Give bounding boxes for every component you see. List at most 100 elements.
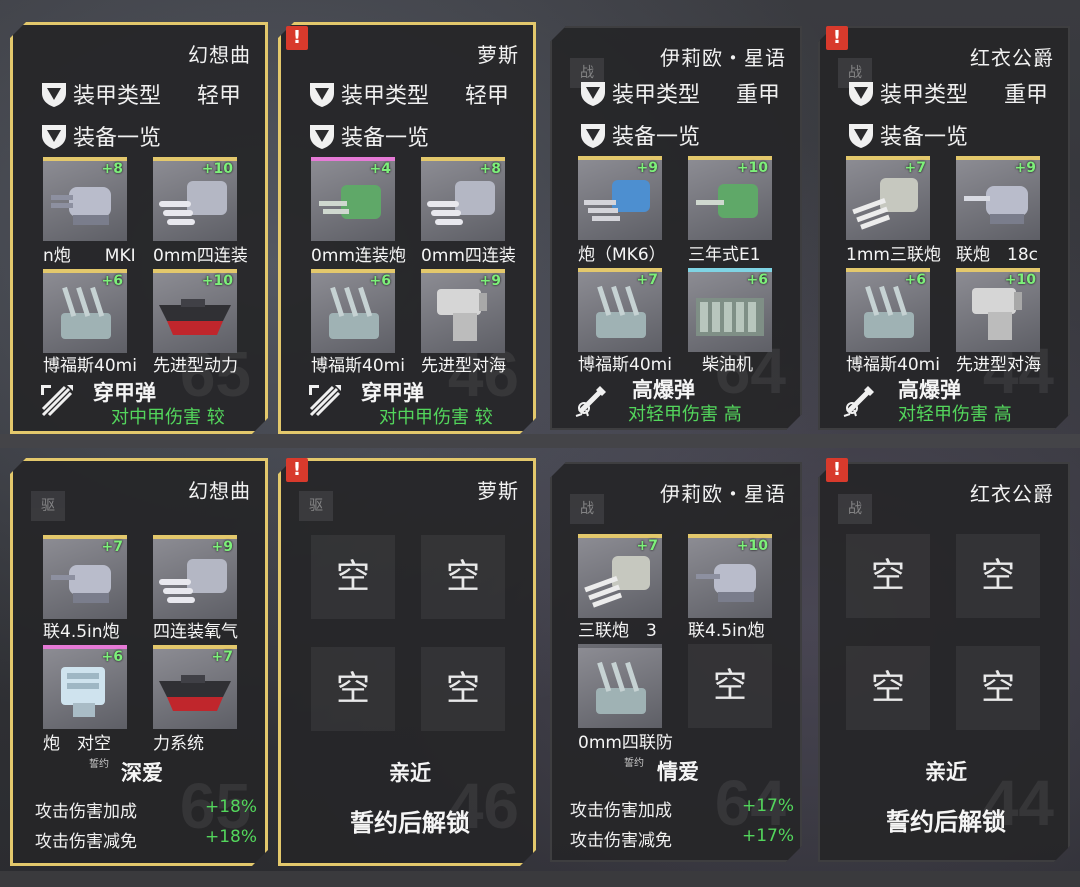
unlock-hint: 誓约后解锁 [886, 808, 1006, 836]
equipment-slot[interactable]: +7 [846, 156, 930, 240]
equip-row[interactable]: 装备一览 [307, 121, 429, 151]
slot-label: 三年式E1 [688, 245, 761, 265]
equip-label: 装备一览 [612, 125, 701, 150]
empty-slot[interactable]: 空 [846, 646, 930, 730]
equipment-slot[interactable]: +9 [956, 156, 1040, 240]
equipment-slot[interactable]: +9 [153, 535, 237, 619]
empty-slot[interactable]: 空 [956, 534, 1040, 618]
ship-name: 伊莉欧・星语 [660, 46, 786, 70]
aa-gun-icon [850, 282, 926, 348]
ship-name: 萝斯 [477, 479, 519, 503]
slot-label: 博福斯40mi [311, 356, 405, 376]
equipment-slot[interactable]: +10 [153, 269, 237, 353]
slot-label: 博福斯40mi [578, 355, 672, 375]
green-turret-icon [315, 171, 391, 237]
armor-row: 装甲类型 重甲 [578, 78, 780, 108]
ship-name: 红衣公爵 [970, 482, 1054, 506]
slot-label: n炮 MKI [43, 246, 136, 266]
triple-turret-icon [850, 170, 926, 236]
equipment-slot[interactable]: +8 [43, 157, 127, 241]
affection-level: 亲近 [925, 760, 967, 784]
unlock-hint: 誓约后解锁 [350, 809, 470, 837]
slot-label: 柴油机 [702, 355, 753, 375]
equipment-slot[interactable]: +6 [688, 268, 772, 352]
stat-attack-label: 攻击伤害加成 [570, 801, 672, 821]
stat-attack-value: +17% [742, 796, 795, 816]
empty-slot[interactable]: 空 [956, 646, 1040, 730]
empty-slot[interactable]: 空 [688, 644, 772, 728]
empty-slot[interactable]: 空 [311, 535, 395, 619]
alert-badge: ! [826, 458, 848, 482]
equipment-slot[interactable]: +9 [421, 269, 505, 353]
ship-card-rose-equipment[interactable]: 46 萝斯 装甲类型 轻甲 装备一览 +4 +8 0mm连装炮 0mm四连装 +… [278, 22, 536, 434]
stat-defense-value: +18% [205, 827, 258, 847]
armor-value: 重甲 [1004, 83, 1049, 108]
equip-row[interactable]: 装备一览 [846, 120, 968, 150]
ship-card-duke-affection[interactable]: 战 44 红衣公爵 空 空 空 空 亲近 誓约后解锁 [818, 462, 1070, 862]
aa-gun-icon [582, 658, 658, 724]
single-turret-icon [960, 170, 1036, 236]
equipment-slot[interactable]: +7 [578, 534, 662, 618]
equipment-slot[interactable]: +6 [43, 645, 127, 729]
he-shell-icon [842, 382, 878, 418]
armor-label: 装甲类型 [880, 83, 969, 108]
equipment-slot[interactable]: +10 [956, 268, 1040, 352]
ship-name: 幻想曲 [188, 43, 251, 67]
triple-turret-icon [582, 548, 658, 614]
equipment-slot[interactable]: +10 [153, 157, 237, 241]
shield-icon [578, 120, 608, 150]
empty-slot[interactable]: 空 [421, 647, 505, 731]
ship-card-ilio-equipment[interactable]: 战 64 伊莉欧・星语 装甲类型 重甲 装备一览 +9 +10 炮（MK6） 三… [550, 26, 802, 430]
equipment-slot[interactable]: +10 [688, 156, 772, 240]
ship-card-ilio-affection[interactable]: 战 64 伊莉欧・星语 +7 +10 三联炮 3 联4.5in炮 空 0mm四联… [550, 462, 802, 862]
equipment-slot[interactable] [578, 644, 662, 728]
shield-icon [846, 120, 876, 150]
equipment-slot[interactable]: +6 [43, 269, 127, 353]
equipment-slot[interactable]: +7 [578, 268, 662, 352]
ammo-effect: 对中甲伤害 较 [111, 407, 225, 428]
radar-icon [960, 282, 1036, 348]
ship-card-fantasia-affection[interactable]: 驱 65 幻想曲 +7 +9 联4.5in炮 四连装氧气 +6 +7 炮 对空 … [10, 458, 268, 866]
equip-row[interactable]: 装备一览 [578, 120, 700, 150]
equipment-slot[interactable]: +10 [688, 534, 772, 618]
ship-type-tag: 驱 [31, 491, 65, 521]
stat-defense-label: 攻击伤害减免 [570, 831, 672, 851]
slot-label: 0mm连装炮 [311, 246, 406, 266]
ship-type-tag: 战 [570, 494, 604, 524]
slot-label: 炮 对空 [43, 734, 111, 754]
armor-row: 装甲类型 轻甲 [39, 79, 241, 109]
blue-turret-icon [582, 170, 658, 236]
equipment-slot[interactable]: +8 [421, 157, 505, 241]
equipment-slot[interactable]: +7 [43, 535, 127, 619]
triple-turret-icon [425, 171, 501, 237]
aa-gun-icon [47, 283, 123, 349]
slot-label: 力系统 [153, 734, 204, 754]
ship-name: 幻想曲 [188, 479, 251, 503]
equipment-slot[interactable]: +6 [846, 268, 930, 352]
armor-row: 装甲类型 轻甲 [307, 79, 509, 109]
equipment-slot[interactable]: +6 [311, 269, 395, 353]
ap-shell-icon [307, 383, 343, 419]
equipment-slot[interactable]: +4 [311, 157, 395, 241]
triple-turret-icon [157, 549, 233, 615]
ship-type-tag: 战 [838, 494, 872, 524]
armor-row: 装甲类型 重甲 [846, 78, 1048, 108]
equip-label: 装备一览 [880, 125, 969, 150]
single-turret-icon [47, 171, 123, 237]
empty-slot[interactable]: 空 [311, 647, 395, 731]
shield-icon [39, 121, 69, 151]
equipment-slot[interactable]: +9 [578, 156, 662, 240]
armor-value: 重甲 [736, 83, 781, 108]
empty-slot[interactable]: 空 [846, 534, 930, 618]
equip-row[interactable]: 装备一览 [39, 121, 161, 151]
engine-hull-icon [157, 283, 233, 349]
slot-label: 先进型动力 [153, 356, 238, 376]
armor-label: 装甲类型 [341, 84, 430, 109]
ship-card-fantasia-equipment[interactable]: 65 幻想曲 装甲类型 轻甲 装备一览 +8 +10 n炮 MKI 0mm四连装… [10, 22, 268, 434]
ship-card-duke-equipment[interactable]: 战 44 红衣公爵 装甲类型 重甲 装备一览 +7 +9 1mm三联炮 联炮 1… [818, 26, 1070, 430]
ship-card-rose-affection[interactable]: 驱 46 萝斯 空 空 空 空 亲近 誓约后解锁 [278, 458, 536, 866]
equipment-slot[interactable]: +7 [153, 645, 237, 729]
empty-slot[interactable]: 空 [421, 535, 505, 619]
slot-label: 四连装氧气 [153, 622, 238, 642]
stat-attack-value: +18% [205, 797, 258, 817]
